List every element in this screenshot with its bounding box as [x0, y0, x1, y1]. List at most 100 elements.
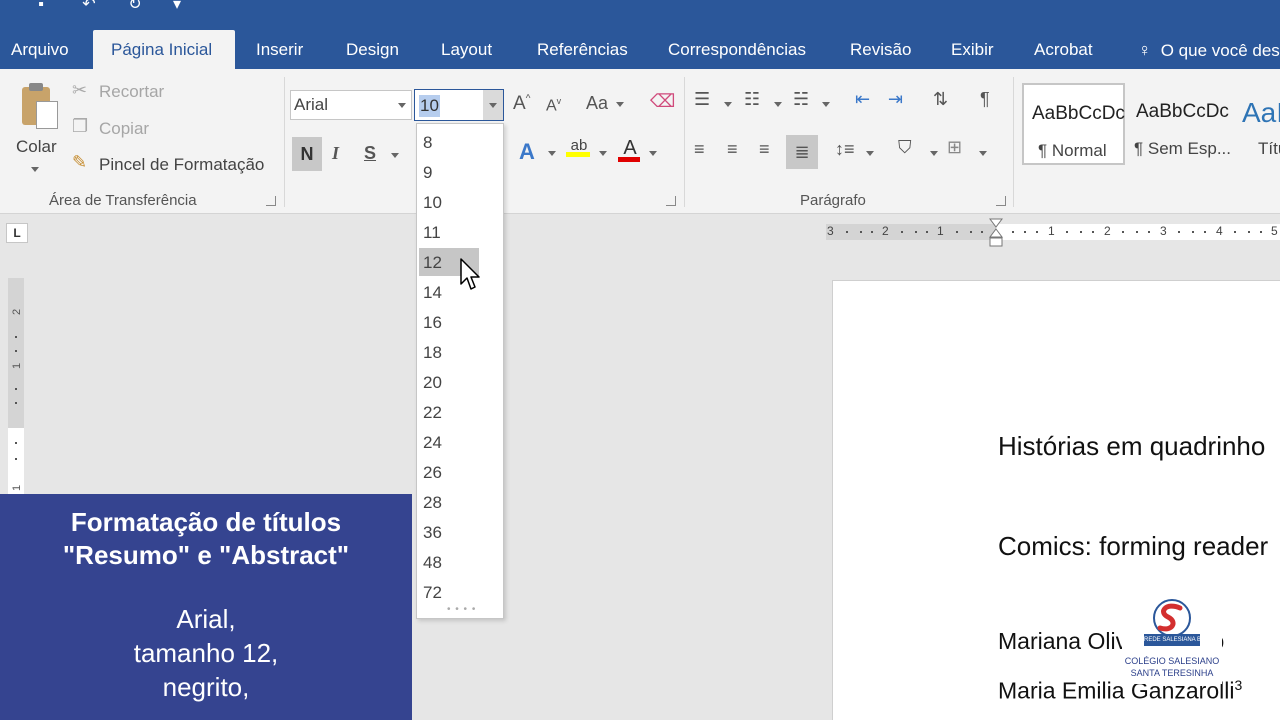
font-size-option[interactable]: 26	[419, 458, 479, 486]
scissors-icon[interactable]: ✂	[72, 80, 87, 101]
tab-arquivo[interactable]: Arquivo	[11, 30, 69, 69]
clipboard-launcher-icon[interactable]	[266, 196, 276, 206]
tell-me-search[interactable]: ♀ O que você des	[1138, 30, 1280, 69]
multilevel-dropdown-icon[interactable]	[822, 102, 830, 107]
align-left-icon[interactable]: ≡	[694, 139, 705, 160]
copy-button[interactable]: Copiar	[99, 119, 149, 139]
copy-icon[interactable]: ❐	[72, 116, 88, 137]
font-size-option[interactable]: 48	[419, 548, 479, 576]
underline-button[interactable]: S	[364, 143, 376, 164]
tab-inserir[interactable]: Inserir	[256, 30, 303, 69]
font-size-option[interactable]: 20	[419, 368, 479, 396]
paste-button[interactable]: Colar	[16, 137, 57, 157]
tab-correspondencias[interactable]: Correspondências	[668, 30, 806, 69]
line-spacing-dropdown-icon[interactable]	[866, 151, 874, 156]
numbering-icon[interactable]: ☷	[744, 89, 760, 110]
tab-revisao[interactable]: Revisão	[850, 30, 911, 69]
line-spacing-icon[interactable]: ↕≡	[835, 139, 855, 160]
redo-icon[interactable]: ↻	[124, 0, 146, 14]
font-size-combo[interactable]: 10	[414, 89, 504, 121]
font-launcher-icon[interactable]	[666, 196, 676, 206]
font-name-dropdown-icon[interactable]	[398, 103, 406, 108]
paste-dropdown-icon[interactable]	[31, 167, 39, 172]
style-title[interactable]: AaI Títu	[1234, 83, 1280, 165]
bold-button[interactable]: N	[292, 137, 322, 171]
caption-overlay: Formatação de títulos "Resumo" e "Abstra…	[0, 494, 412, 720]
font-size-option[interactable]: 28	[419, 488, 479, 516]
font-size-option[interactable]: 10	[419, 188, 479, 216]
style-no-spacing-name: ¶ Sem Esp...	[1134, 139, 1231, 158]
format-painter-button[interactable]: Pincel de Formatação	[99, 155, 264, 175]
font-name-combo[interactable]: Arial	[290, 90, 412, 120]
svg-text:1: 1	[11, 485, 23, 491]
sort-icon[interactable]: ⇅	[933, 89, 948, 110]
undo-icon[interactable]: ↶	[78, 0, 100, 14]
caption-title-line: "Resumo" e "Abstract"	[62, 540, 350, 570]
shading-dropdown-icon[interactable]	[930, 151, 938, 156]
indent-marker[interactable]	[989, 218, 1003, 248]
font-size-option[interactable]: 18	[419, 338, 479, 366]
horizontal-ruler[interactable]: 3 2 1 1 2 3 4 5	[826, 218, 1280, 247]
font-size-option[interactable]: 36	[419, 518, 479, 546]
tab-exibir[interactable]: Exibir	[951, 30, 994, 69]
font-size-option[interactable]: 72	[419, 578, 479, 606]
cut-button[interactable]: Recortar	[99, 82, 164, 102]
increase-indent-icon[interactable]: ⇥	[888, 89, 903, 110]
text-effects-icon[interactable]: A	[519, 139, 535, 165]
tab-design[interactable]: Design	[346, 30, 399, 69]
shading-icon[interactable]: ⛉	[898, 137, 912, 158]
clipboard-group-label: Área de Transferência	[49, 192, 197, 209]
document-title-line[interactable]: Histórias em quadrinho	[998, 431, 1265, 462]
paste-icon[interactable]	[18, 83, 60, 131]
numbering-dropdown-icon[interactable]	[774, 102, 782, 107]
save-icon[interactable]: ▪	[30, 0, 52, 14]
style-normal[interactable]: AaBbCcDc ¶ Normal	[1022, 83, 1125, 165]
svg-text:2: 2	[11, 309, 23, 315]
grow-font-icon[interactable]: A^	[513, 93, 530, 115]
customize-quick-access-icon[interactable]: ▾	[166, 0, 188, 14]
change-case-icon[interactable]: Aa	[586, 93, 608, 114]
underline-dropdown-icon[interactable]	[391, 153, 399, 158]
shrink-font-icon[interactable]: Av	[546, 96, 561, 115]
tab-selector[interactable]: L	[6, 223, 28, 243]
font-color-icon[interactable]: A	[618, 137, 642, 162]
font-size-dropdown-button[interactable]	[483, 90, 503, 120]
font-color-dropdown-icon[interactable]	[649, 151, 657, 156]
borders-icon[interactable]: ⊞	[947, 137, 962, 158]
tab-layout[interactable]: Layout	[441, 30, 492, 69]
font-size-option[interactable]: 8	[419, 128, 479, 156]
highlight-color-icon[interactable]: ab	[566, 137, 592, 157]
justify-icon[interactable]: ≣	[786, 135, 818, 169]
show-formatting-icon[interactable]: ¶	[980, 89, 990, 110]
style-no-spacing[interactable]: AaBbCcDc ¶ Sem Esp...	[1128, 83, 1231, 165]
document-subtitle-line[interactable]: Comics: forming reader	[998, 531, 1268, 562]
mouse-cursor-icon	[460, 258, 480, 292]
paragraph-launcher-icon[interactable]	[996, 196, 1006, 206]
bullets-dropdown-icon[interactable]	[724, 102, 732, 107]
change-case-dropdown-icon[interactable]	[616, 102, 624, 107]
font-size-value[interactable]: 10	[419, 95, 440, 117]
tab-acrobat[interactable]: Acrobat	[1034, 30, 1093, 69]
bullets-icon[interactable]: ☰	[694, 89, 710, 110]
multilevel-list-icon[interactable]: ☵	[793, 89, 809, 110]
decrease-indent-icon[interactable]: ⇤	[855, 89, 870, 110]
resize-grip-icon[interactable]: • • • •	[447, 604, 476, 615]
align-center-icon[interactable]: ≡	[727, 139, 738, 160]
font-size-option[interactable]: 16	[419, 308, 479, 336]
tab-pagina-inicial[interactable]: Página Inicial	[93, 30, 235, 69]
tab-referencias[interactable]: Referências	[537, 30, 628, 69]
borders-dropdown-icon[interactable]	[979, 151, 987, 156]
align-right-icon[interactable]: ≡	[759, 139, 770, 160]
clear-formatting-icon[interactable]: ⌫	[650, 91, 675, 112]
font-size-option[interactable]: 11	[419, 218, 479, 246]
font-size-option[interactable]: 22	[419, 398, 479, 426]
vertical-ruler[interactable]: 2 1 1	[8, 278, 24, 494]
highlight-dropdown-icon[interactable]	[599, 151, 607, 156]
caption-body-line: tamanho 12,	[133, 638, 279, 668]
text-effects-dropdown-icon[interactable]	[548, 151, 556, 156]
font-size-option[interactable]: 9	[419, 158, 479, 186]
font-size-option[interactable]: 24	[419, 428, 479, 456]
format-painter-icon[interactable]: ✎	[72, 152, 87, 173]
italic-button[interactable]: I	[332, 143, 339, 164]
font-size-list[interactable]: 8 9 10 11 12 14 16 18 20 22 24 26 28 36 …	[416, 123, 504, 619]
